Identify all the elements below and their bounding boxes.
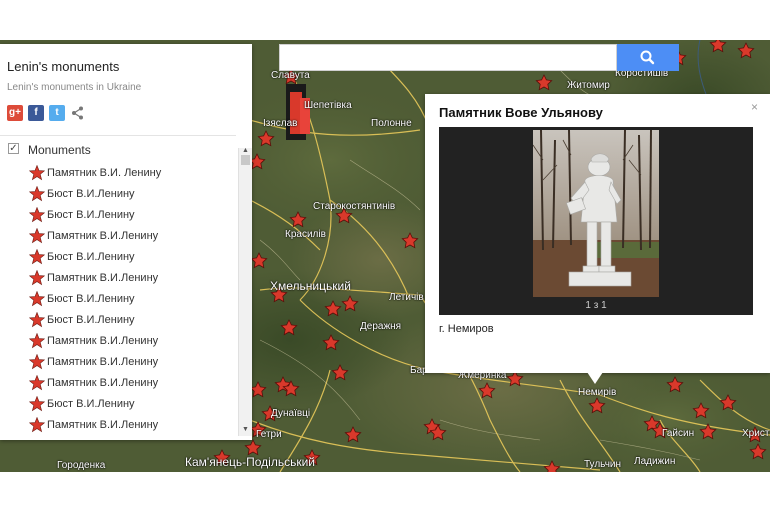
list-item[interactable]: Памятник В.И.Ленину (0, 331, 238, 352)
star-marker-icon (29, 249, 45, 265)
city-label: Христ (742, 428, 770, 439)
star-marker-icon (29, 333, 45, 349)
map-subtitle: Lenin's monuments in Ukraine (7, 82, 142, 93)
city-label: Городенка (57, 460, 106, 471)
star-marker-icon (29, 354, 45, 370)
city-label: Старокостянтинів (313, 201, 396, 212)
star-marker-icon (29, 165, 45, 181)
google-plus-icon[interactable]: g+ (7, 105, 23, 121)
list-item[interactable]: Памятник В.И.Ленину (0, 352, 238, 373)
divider (0, 135, 236, 136)
list-item[interactable]: Бюст В.И.Ленину (0, 184, 238, 205)
info-description: г. Немиров (439, 323, 494, 335)
city-label: Красилів (285, 229, 326, 240)
list-item-label: Бюст В.И.Ленину (47, 314, 135, 326)
list-item-label: Памятник В.И. Ленину (47, 167, 162, 179)
photo-counter: 1 з 1 (585, 300, 607, 311)
city-label: Ізяслав (263, 118, 298, 129)
share-icon[interactable] (70, 105, 86, 121)
list-item-label: Бюст В.И.Ленину (47, 398, 135, 410)
list-item[interactable]: Бюст В.И.Ленину (0, 310, 238, 331)
list-item[interactable]: Бюст В.И.Ленину (0, 205, 238, 226)
list-item-label: Памятник В.И.Ленину (47, 335, 159, 347)
city-label: Летичів (389, 292, 424, 303)
facebook-icon[interactable]: f (28, 105, 44, 121)
list-item[interactable]: Памятник В.И.Ленину (0, 268, 238, 289)
city-label: Немирів (578, 387, 617, 398)
list-item[interactable]: Памятник В.И. Ленину (0, 163, 238, 184)
list-item-label: Памятник В.И.Ленину (47, 272, 159, 284)
list-item-label: Памятник В.И.Ленину (47, 230, 159, 242)
city-label: Полонне (371, 118, 412, 129)
city-label: Дунаївці (271, 408, 311, 419)
feature-list: Памятник В.И. Ленину Бюст В.И.Ленину Бюс… (0, 163, 238, 438)
close-icon[interactable]: × (751, 100, 758, 114)
list-item[interactable]: Памятник В.И.Ленину (0, 226, 238, 247)
list-item[interactable]: Бюст В.И.Ленину (0, 247, 238, 268)
info-pointer (587, 372, 603, 384)
layer-name[interactable]: Monuments (28, 143, 91, 157)
info-window: Памятник Вове Ульянову × 1 з 1 г. Немиро… (425, 94, 770, 373)
bottom-margin (0, 472, 770, 513)
search-input[interactable] (279, 44, 617, 71)
twitter-icon[interactable]: t (49, 105, 65, 121)
list-item-label: Памятник В.И.Ленину (47, 356, 159, 368)
list-item-label: Памятник В.И.Ленину (47, 419, 159, 431)
city-label: Славута (271, 70, 310, 81)
search-icon (640, 50, 655, 65)
star-marker-icon (29, 291, 45, 307)
list-item-label: Бюст В.И.Ленину (47, 293, 135, 305)
top-margin (0, 0, 770, 40)
scrollbar[interactable]: ▲ ▼ (238, 147, 252, 436)
scroll-down-icon[interactable]: ▼ (242, 426, 249, 433)
list-item-label: Бюст В.И.Ленину (47, 251, 135, 263)
list-item[interactable]: Памятник В.И.Ленину (0, 373, 238, 394)
star-marker-icon (29, 207, 45, 223)
city-label: Ладижин (634, 456, 676, 467)
list-item[interactable]: Бюст В.И.Ленину (0, 289, 238, 310)
map-title: Lenin's monuments (7, 59, 120, 74)
city-label: Хмельницький (270, 279, 351, 293)
star-marker-icon (29, 270, 45, 286)
list-item-label: Бюст В.И.Ленину (47, 209, 135, 221)
list-item[interactable]: Бюст В.И.Ленину (0, 394, 238, 415)
star-marker-icon (29, 228, 45, 244)
city-label: Кам'янець-Подільський (185, 455, 315, 469)
city-label: Житомир (567, 80, 610, 91)
photo-viewer[interactable]: 1 з 1 (439, 127, 753, 315)
list-item-label: Памятник В.И.Ленину (47, 377, 159, 389)
info-title: Памятник Вове Ульянову (439, 105, 603, 120)
city-label: Гетри (256, 429, 282, 440)
scroll-up-icon[interactable]: ▲ (242, 147, 249, 154)
scroll-thumb[interactable] (241, 155, 250, 165)
city-label: Деражня (360, 321, 402, 332)
star-marker-icon (29, 396, 45, 412)
star-marker-icon (29, 312, 45, 328)
list-item-label: Бюст В.И.Ленину (47, 188, 135, 200)
city-label: Шепетівка (304, 100, 352, 111)
star-marker-icon (29, 375, 45, 391)
star-marker-icon (29, 186, 45, 202)
legend-panel: Lenin's monuments Lenin's monuments in U… (0, 44, 252, 440)
city-label: Тульчин (584, 459, 622, 470)
monument-photo (533, 130, 659, 297)
layer-checkbox[interactable]: ✓ (8, 143, 19, 154)
list-item[interactable]: Памятник В.И.Ленину (0, 415, 238, 436)
search-button[interactable] (617, 44, 679, 71)
city-label: Гайсин (662, 428, 695, 439)
star-marker-icon (29, 417, 45, 433)
